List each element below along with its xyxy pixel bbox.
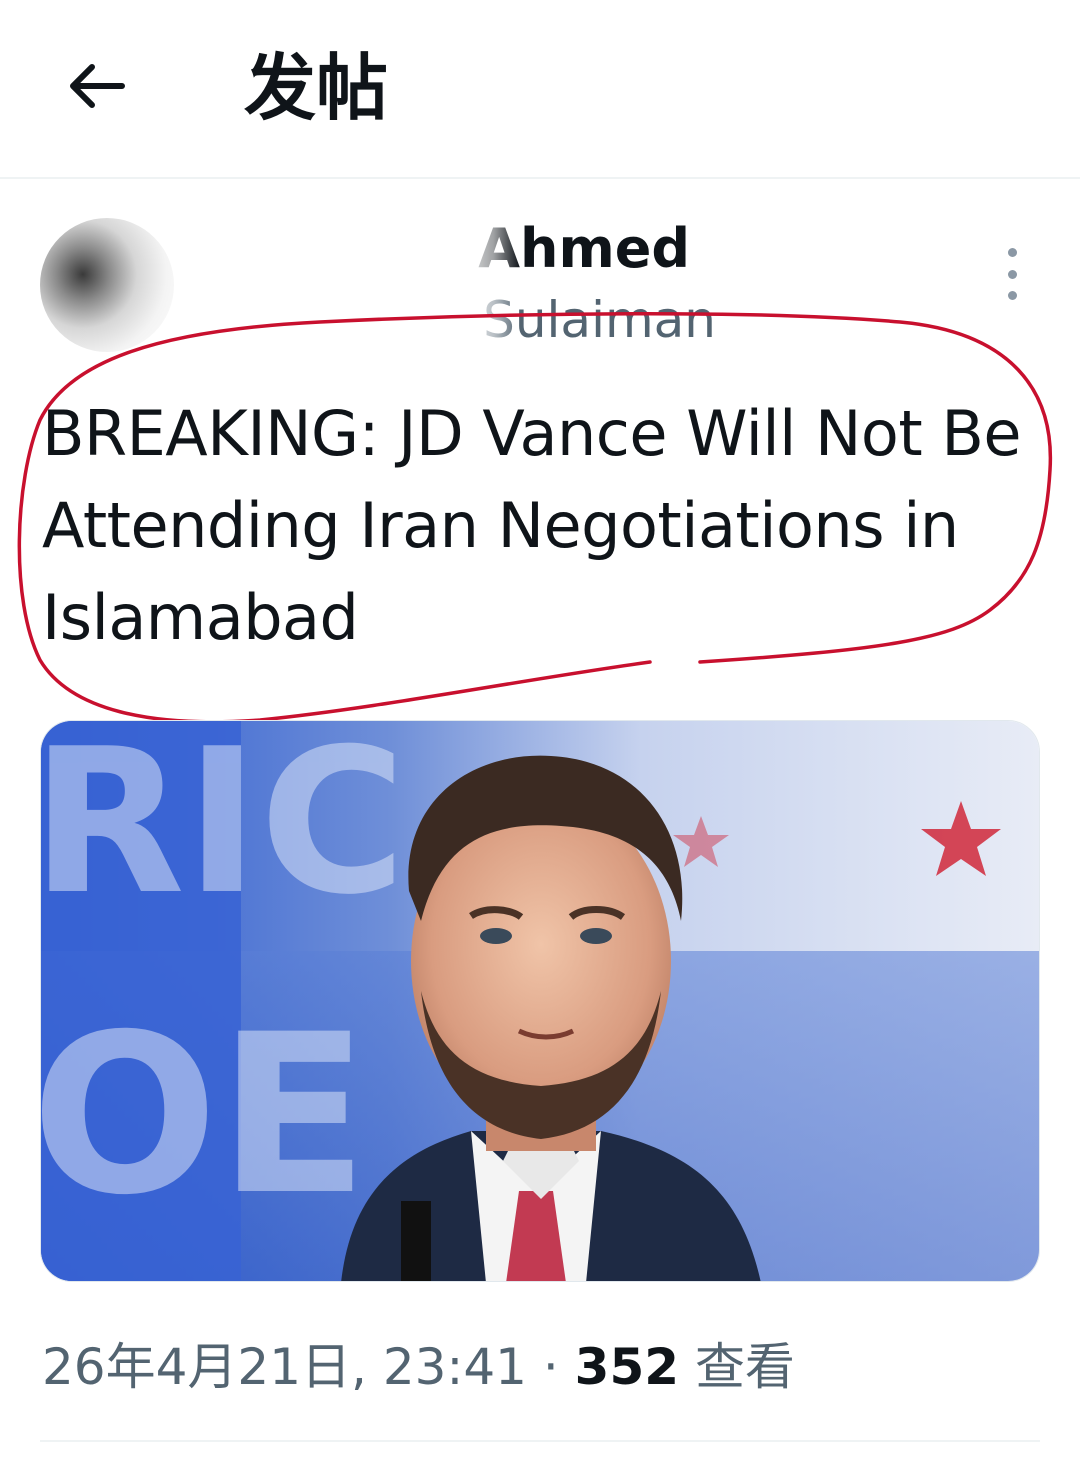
post-text: BREAKING: JD Vance Will Not Be Attending… xyxy=(42,397,1022,654)
portrait-illustration: RIC OE xyxy=(41,721,1039,1281)
views-label: 查看 xyxy=(694,1338,795,1396)
divider xyxy=(0,177,1080,179)
svg-text:OE: OE xyxy=(41,987,368,1243)
svg-text:RIC: RIC xyxy=(41,721,406,939)
arrow-left-icon xyxy=(70,64,125,108)
page-title: 发帖 xyxy=(244,46,389,130)
views-count[interactable]: 352 xyxy=(575,1338,679,1396)
back-button[interactable] xyxy=(58,48,134,124)
avatar[interactable] xyxy=(40,218,174,352)
post-image[interactable]: RIC OE xyxy=(40,720,1040,1282)
redaction-blur xyxy=(190,210,520,360)
top-bar: 发帖 xyxy=(0,0,1080,179)
more-vertical-icon xyxy=(1007,248,1017,257)
more-options-button[interactable] xyxy=(990,248,1034,300)
meta-separator: · xyxy=(542,1338,559,1396)
post-meta: 26年4月21日, 23:41 · 352 查看 xyxy=(42,1332,795,1402)
divider xyxy=(40,1440,1040,1442)
post-timestamp[interactable]: 26年4月21日, 23:41 xyxy=(42,1338,527,1396)
